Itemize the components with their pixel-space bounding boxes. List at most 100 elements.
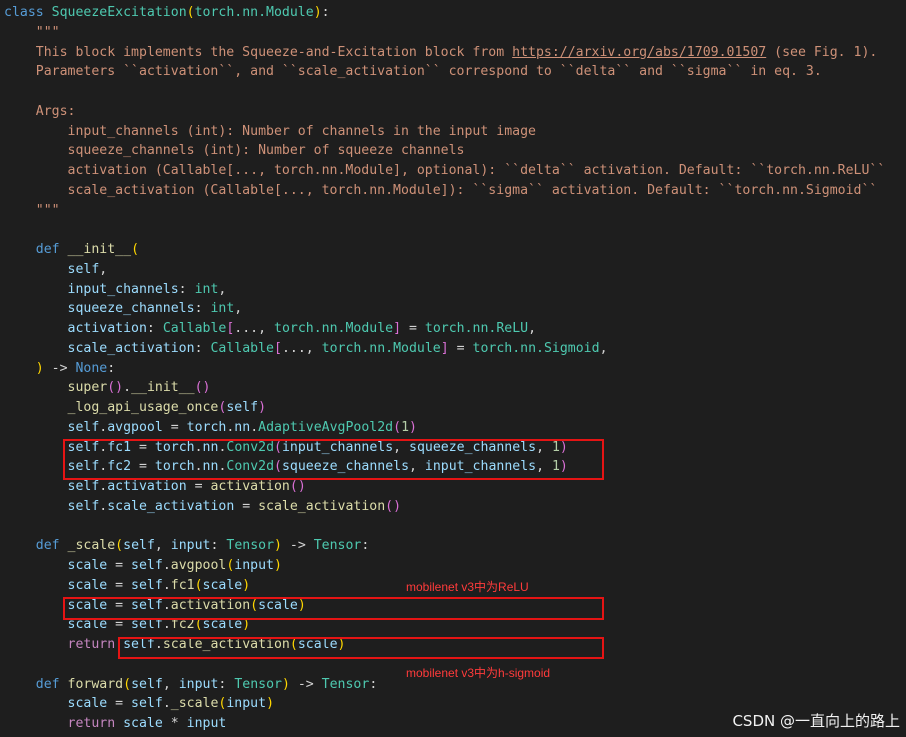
code-line[interactable]: Parameters ``activation``, and ``scale_a… bbox=[4, 62, 885, 82]
code-token: , bbox=[528, 321, 537, 336]
code-token: -> bbox=[289, 676, 322, 692]
code-line[interactable]: def _scale(self, input: Tensor) -> Tenso… bbox=[4, 536, 885, 556]
code-token: Callable bbox=[162, 321, 227, 336]
code-token: __init__ bbox=[131, 380, 195, 396]
code-token: ( bbox=[123, 676, 132, 692]
code-token: : bbox=[361, 538, 370, 554]
code-line[interactable]: def __init__( bbox=[4, 240, 885, 260]
relu-annotation: mobilenet v3中为ReLU bbox=[406, 580, 529, 594]
code-line[interactable] bbox=[4, 220, 885, 240]
code-token: : bbox=[369, 676, 378, 692]
code-line[interactable]: self.avgpool = torch.nn.AdaptiveAvgPool2… bbox=[4, 418, 885, 438]
code-token: _log_api_usage_once bbox=[4, 400, 219, 415]
code-token: . bbox=[123, 380, 132, 396]
code-token: self bbox=[123, 538, 155, 554]
code-token: input bbox=[178, 676, 219, 692]
code-line[interactable]: self, bbox=[4, 260, 885, 280]
code-token: self bbox=[131, 676, 163, 692]
code-token: 1 bbox=[401, 419, 410, 435]
code-token: avgpool bbox=[107, 419, 163, 435]
code-token: : bbox=[178, 281, 195, 297]
code-token: scale bbox=[4, 577, 108, 593]
code-token: input bbox=[186, 716, 227, 731]
code-token: , bbox=[99, 261, 108, 277]
code-line[interactable] bbox=[4, 82, 885, 102]
code-token: () bbox=[385, 498, 402, 514]
code-line[interactable]: _log_api_usage_once(self) bbox=[4, 398, 885, 418]
code-token: = bbox=[234, 498, 259, 514]
code-token: ( bbox=[186, 5, 195, 20]
code-line[interactable]: ) -> None: bbox=[4, 359, 885, 379]
code-token: scale_activation bbox=[258, 498, 386, 514]
code-token: forward bbox=[67, 676, 124, 692]
code-line[interactable]: input_channels (int): Number of channels… bbox=[4, 122, 885, 142]
code-token: scale bbox=[202, 577, 243, 593]
code-token: _scale bbox=[170, 696, 219, 712]
code-token: : bbox=[210, 538, 227, 554]
code-token: (see Fig. 1). bbox=[766, 44, 878, 60]
code-line[interactable]: scale = self.avgpool(input) bbox=[4, 556, 885, 576]
code-token: : bbox=[107, 360, 116, 376]
code-token: __init__ bbox=[67, 242, 132, 257]
code-line[interactable]: """ bbox=[4, 201, 885, 221]
code-line[interactable]: Args: bbox=[4, 102, 885, 122]
code-token: () bbox=[289, 479, 306, 494]
code-token: None bbox=[75, 360, 108, 376]
code-line[interactable]: scale_activation: Callable[..., torch.nn… bbox=[4, 339, 885, 359]
code-editor[interactable]: class SqueezeExcitation(torch.nn.Module)… bbox=[4, 3, 885, 734]
code-token: SqueezeExcitation bbox=[51, 5, 187, 20]
code-line[interactable]: squeeze_channels: int, bbox=[4, 299, 885, 319]
code-token: ) bbox=[258, 400, 267, 415]
code-token: scale_activation bbox=[4, 340, 195, 356]
code-token: ( bbox=[131, 242, 140, 257]
code-line[interactable]: input_channels: int, bbox=[4, 280, 885, 300]
code-token: = bbox=[107, 696, 132, 712]
code-token: nn bbox=[234, 419, 251, 435]
code-token: -> bbox=[281, 538, 314, 554]
code-token: Tensor bbox=[321, 676, 370, 692]
code-line[interactable]: class SqueezeExcitation(torch.nn.Module)… bbox=[4, 3, 885, 23]
code-token: input bbox=[226, 696, 267, 712]
code-line[interactable]: super().__init__() bbox=[4, 378, 885, 398]
code-token: input_channels (int): Number of channels… bbox=[4, 123, 536, 139]
code-token: Tensor bbox=[313, 538, 362, 554]
code-token: Tensor bbox=[226, 538, 275, 554]
code-token: , bbox=[599, 340, 608, 356]
code-token: scale_activation (Callable[..., torch.nn… bbox=[4, 182, 878, 198]
code-line[interactable]: scale_activation (Callable[..., torch.nn… bbox=[4, 181, 885, 201]
code-line[interactable]: activation (Callable[..., torch.nn.Modul… bbox=[4, 161, 886, 181]
paper-link[interactable]: https://arxiv.org/abs/1709.01507 bbox=[512, 45, 766, 60]
code-line[interactable] bbox=[4, 517, 885, 537]
code-token: """ bbox=[4, 24, 60, 40]
code-token: = bbox=[401, 321, 425, 336]
code-token: ) bbox=[242, 577, 251, 593]
code-token: torch.nn.Module bbox=[194, 5, 314, 20]
highlight-fc-layers bbox=[63, 439, 604, 480]
code-line[interactable]: self.scale_activation = scale_activation… bbox=[4, 497, 885, 517]
code-token: [ bbox=[273, 340, 282, 356]
code-token: ) bbox=[4, 360, 44, 376]
code-token: ) bbox=[274, 538, 282, 554]
code-token: ( bbox=[393, 419, 402, 435]
code-token: activation bbox=[107, 479, 187, 494]
code-token: = bbox=[107, 558, 132, 573]
code-token: return bbox=[4, 716, 116, 731]
code-token: ) bbox=[409, 419, 417, 435]
code-token: class bbox=[4, 5, 44, 20]
code-line[interactable]: squeeze_channels (int): Number of squeez… bbox=[4, 141, 885, 161]
code-line[interactable]: """ bbox=[4, 23, 885, 43]
code-token: = bbox=[448, 340, 473, 356]
code-token: torch.nn.Module bbox=[321, 340, 441, 356]
code-line[interactable]: activation: Callable[..., torch.nn.Modul… bbox=[4, 319, 885, 339]
code-line[interactable]: This block implements the Squeeze-and-Ex… bbox=[4, 43, 885, 63]
code-token: def bbox=[4, 676, 60, 692]
csdn-watermark: CSDN @一直向上的路上 bbox=[732, 712, 900, 730]
code-token: self bbox=[4, 498, 100, 514]
code-token: self bbox=[4, 479, 100, 494]
code-token: self bbox=[131, 558, 163, 573]
code-token: ) bbox=[266, 696, 275, 712]
